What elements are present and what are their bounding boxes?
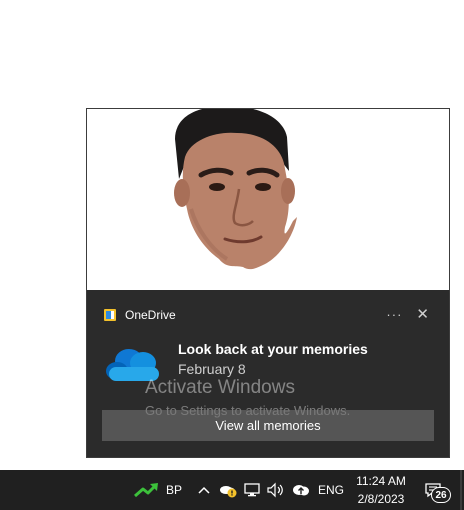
onedrive-warning-icon[interactable] [218,470,238,510]
toast-header-actions: ··· ✕ [386,305,429,323]
toast-header: OneDrive [103,307,176,323]
notification-subtitle: February 8 [178,361,246,377]
onedrive-toast-notification[interactable]: OneDrive ··· ✕ Look back at your memorie… [86,108,450,458]
chevron-up-icon[interactable] [197,470,211,510]
clock[interactable]: 11:24 AM 2/8/2023 [352,472,410,508]
view-all-memories-button[interactable]: View all memories [102,410,434,441]
notification-title: Look back at your memories [178,341,368,357]
more-options-button[interactable]: ··· [386,307,402,322]
clock-time: 11:24 AM [356,474,406,488]
show-desktop-button[interactable] [460,470,462,510]
close-button[interactable]: ✕ [416,305,429,323]
language-indicator[interactable]: ENG [318,470,344,510]
notification-count-badge: 26 [431,487,451,503]
desktop: OneDrive ··· ✕ Look back at your memorie… [0,0,464,510]
activation-watermark-title: Activate Windows [145,377,295,398]
stock-trend-icon[interactable] [134,470,160,510]
network-icon[interactable] [243,470,261,510]
cloud-upload-icon[interactable] [291,470,311,510]
stock-label[interactable]: BP [166,470,182,510]
hero-image [87,109,449,290]
taskbar: BP ENG 11:24 AM 2/8/2023 [0,470,464,510]
onedrive-app-icon [104,309,116,321]
app-name: OneDrive [125,308,176,322]
clock-date: 2/8/2023 [357,492,405,506]
volume-icon[interactable] [266,470,286,510]
